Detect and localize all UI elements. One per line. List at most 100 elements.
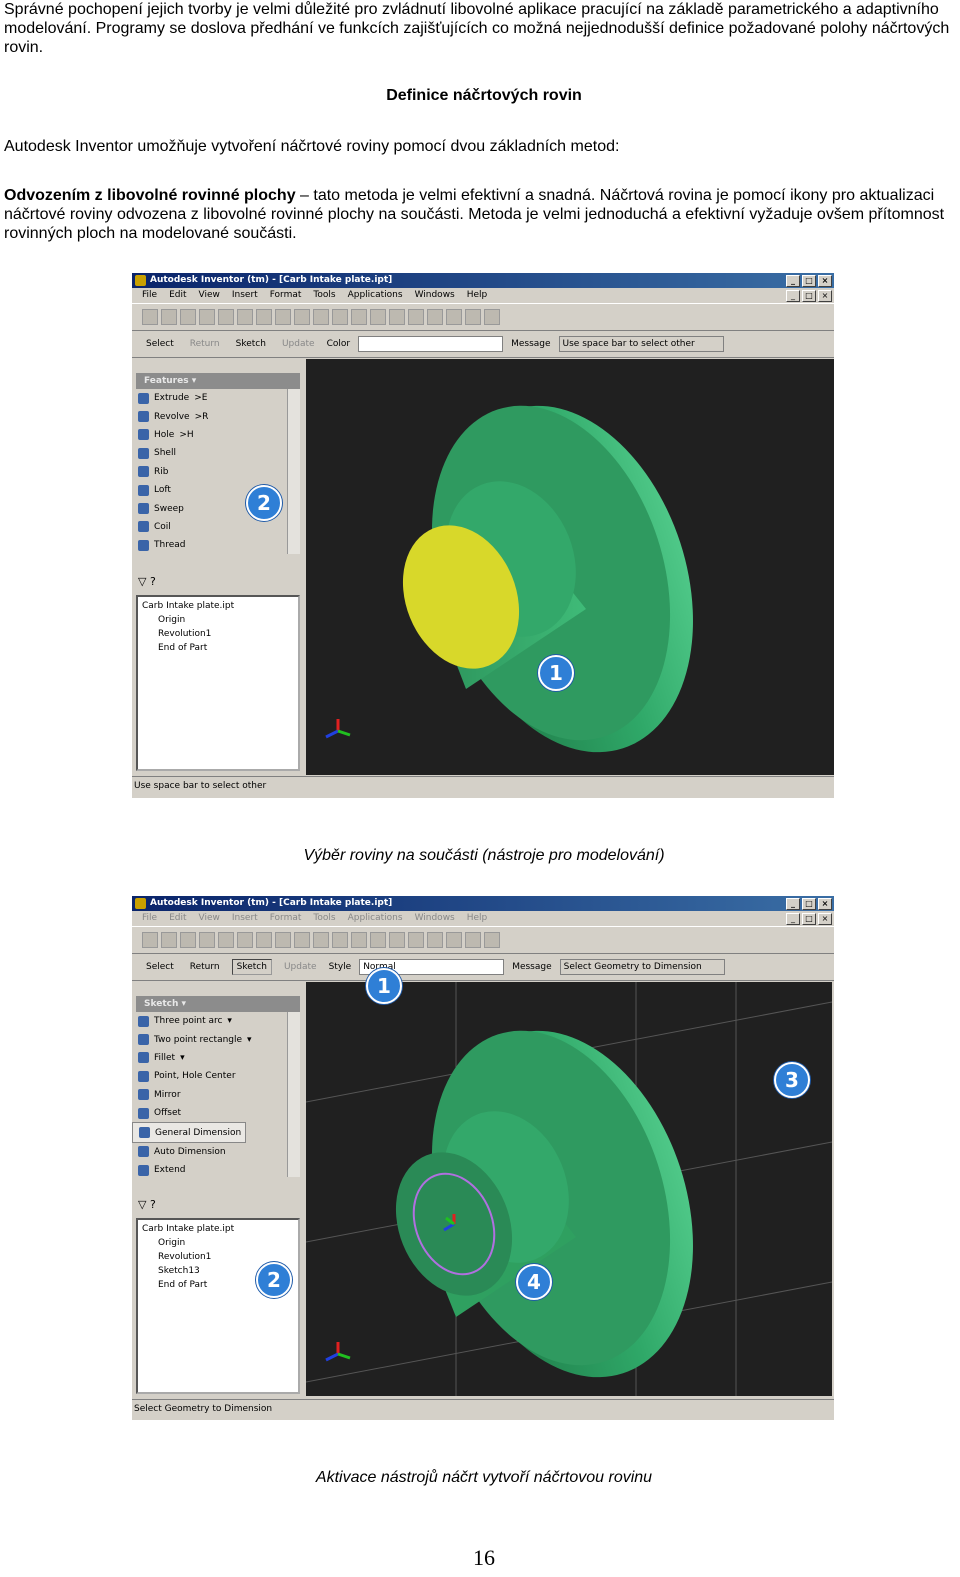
tool-coil[interactable]: Coil (132, 518, 304, 536)
menu-tools[interactable]: Tools (307, 288, 341, 303)
help-icon[interactable] (465, 309, 481, 325)
return-button[interactable]: Return (186, 960, 224, 974)
sketch-button[interactable]: Sketch (231, 959, 272, 975)
doc-close-button[interactable]: × (818, 290, 832, 302)
graphics-viewport[interactable]: 4 3 (306, 982, 832, 1396)
menu-applications[interactable]: Applications (342, 911, 409, 926)
panel-title[interactable]: Features ▾ (136, 373, 300, 389)
paste-icon[interactable] (256, 309, 272, 325)
filter-icon[interactable]: ▽ ? (138, 1198, 156, 1211)
parameters-icon[interactable] (313, 932, 329, 948)
doc-maximize-button[interactable]: □ (802, 913, 816, 925)
menu-insert[interactable]: Insert (226, 288, 264, 303)
panel-scrollbar[interactable] (287, 1012, 300, 1177)
tool-thread[interactable]: Thread (132, 536, 304, 554)
look-at-icon[interactable] (427, 932, 443, 948)
tool-extrude[interactable]: Extrude >E (132, 389, 304, 407)
menu-edit[interactable]: Edit (163, 288, 192, 303)
menu-insert[interactable]: Insert (226, 911, 264, 926)
open-icon[interactable] (161, 309, 177, 325)
doc-minimize-button[interactable]: _ (786, 290, 800, 302)
tool-auto-dimension[interactable]: Auto Dimension (132, 1143, 304, 1161)
pan-icon[interactable] (370, 932, 386, 948)
doc-maximize-button[interactable]: □ (802, 290, 816, 302)
menu-tools[interactable]: Tools (307, 911, 341, 926)
save-icon[interactable] (180, 932, 196, 948)
doc-close-button[interactable]: × (818, 913, 832, 925)
cut-icon[interactable] (218, 932, 234, 948)
filter-icon[interactable]: ▽ ? (138, 575, 156, 588)
maximize-button[interactable]: □ (802, 275, 816, 287)
menu-file[interactable]: File (136, 911, 163, 926)
new-icon[interactable] (142, 932, 158, 948)
tree-origin[interactable]: Origin (142, 1236, 298, 1250)
zoom-window-icon[interactable] (351, 309, 367, 325)
update-button[interactable]: Update (278, 337, 319, 351)
display-mode-icon[interactable] (446, 309, 462, 325)
undo-icon[interactable] (275, 309, 291, 325)
display-mode-icon[interactable] (446, 932, 462, 948)
zoom-all-icon[interactable] (332, 309, 348, 325)
redo-icon[interactable] (294, 932, 310, 948)
maximize-button[interactable]: □ (802, 898, 816, 910)
tool-three-point-arc[interactable]: Three point arc ▾ (132, 1012, 304, 1030)
menu-view[interactable]: View (193, 911, 226, 926)
zoom-window-icon[interactable] (351, 932, 367, 948)
graphics-viewport[interactable]: 1 (306, 359, 834, 775)
rotate-icon[interactable] (408, 932, 424, 948)
close-button[interactable]: × (818, 898, 832, 910)
panel-title[interactable]: Sketch ▾ (136, 996, 300, 1012)
tree-origin[interactable]: Origin (142, 613, 298, 627)
menu-format[interactable]: Format (264, 288, 308, 303)
menu-help[interactable]: Help (461, 288, 494, 303)
zoom-all-icon[interactable] (332, 932, 348, 948)
tool-extend[interactable]: Extend (132, 1161, 304, 1179)
copy-icon[interactable] (237, 932, 253, 948)
print-icon[interactable] (199, 932, 215, 948)
menu-help[interactable]: Help (461, 911, 494, 926)
tool-fillet[interactable]: Fillet ▾ (132, 1049, 304, 1067)
menu-view[interactable]: View (193, 288, 226, 303)
redo-icon[interactable] (294, 309, 310, 325)
panel-scrollbar[interactable] (287, 389, 300, 554)
menu-edit[interactable]: Edit (163, 911, 192, 926)
menu-windows[interactable]: Windows (409, 288, 461, 303)
new-icon[interactable] (142, 309, 158, 325)
menu-file[interactable]: File (136, 288, 163, 303)
tool-general-dimension[interactable]: General Dimension (132, 1122, 246, 1143)
select-button[interactable]: Select (142, 960, 178, 974)
zoom-icon[interactable] (389, 932, 405, 948)
select-button[interactable]: Select (142, 337, 178, 351)
menu-format[interactable]: Format (264, 911, 308, 926)
tree-root[interactable]: Carb Intake plate.ipt (142, 1222, 298, 1236)
minimize-button[interactable]: _ (786, 898, 800, 910)
add-icon[interactable] (484, 309, 500, 325)
menu-windows[interactable]: Windows (409, 911, 461, 926)
style-dropdown[interactable] (358, 336, 504, 352)
tree-end-of-part[interactable]: End of Part (142, 641, 298, 655)
tool-rib[interactable]: Rib (132, 463, 304, 481)
parameters-icon[interactable] (313, 309, 329, 325)
help-icon[interactable] (465, 932, 481, 948)
return-button[interactable]: Return (186, 337, 224, 351)
tree-root[interactable]: Carb Intake plate.ipt (142, 599, 298, 613)
add-icon[interactable] (484, 932, 500, 948)
tool-revolve[interactable]: Revolve >R (132, 407, 304, 425)
tool-shell[interactable]: Shell (132, 444, 304, 462)
undo-icon[interactable] (275, 932, 291, 948)
tool-hole[interactable]: Hole >H (132, 426, 304, 444)
menu-applications[interactable]: Applications (342, 288, 409, 303)
tool-offset[interactable]: Offset (132, 1104, 304, 1122)
look-at-icon[interactable] (427, 309, 443, 325)
close-button[interactable]: × (818, 275, 832, 287)
paste-icon[interactable] (256, 932, 272, 948)
tool-point-hole-center[interactable]: Point, Hole Center (132, 1067, 304, 1085)
print-icon[interactable] (199, 309, 215, 325)
tool-two-point-rectangle[interactable]: Two point rectangle ▾ (132, 1030, 304, 1048)
copy-icon[interactable] (237, 309, 253, 325)
sketch-button[interactable]: Sketch (232, 337, 270, 351)
doc-minimize-button[interactable]: _ (786, 913, 800, 925)
minimize-button[interactable]: _ (786, 275, 800, 287)
rotate-icon[interactable] (408, 309, 424, 325)
tree-revolution[interactable]: Revolution1 (142, 627, 298, 641)
